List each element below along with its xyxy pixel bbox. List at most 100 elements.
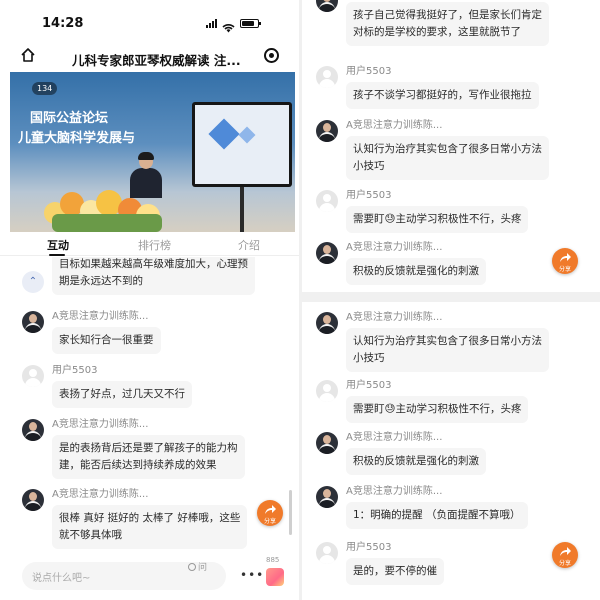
message-bubble: 认知行为治疗其实包含了很多日常小方法 小技巧 <box>346 136 549 180</box>
flower-arrangement <box>40 184 170 232</box>
more-options-icon[interactable]: ••• <box>240 568 264 582</box>
tab-intro[interactable]: 介绍 <box>238 237 260 253</box>
sender-name: A竞思注意力训练陈... <box>346 432 443 443</box>
like-count: 885 <box>266 556 280 564</box>
chat-message: 用户5503 表扬了好点，过几天又不行 <box>22 365 192 408</box>
message-bubble: 1：明确的提醒 （负面提醒不算哦） <box>346 502 528 529</box>
sender-name: 用户5503 <box>346 380 392 391</box>
sender-name: A竞思注意力训练陈... <box>346 120 443 131</box>
like-button[interactable]: 885 <box>264 556 288 590</box>
chat-message: A竞思注意力训练陈... 积极的反馈就是强化的刺激 <box>316 432 486 475</box>
share-label: 分享 <box>558 560 571 567</box>
avatar <box>22 419 44 441</box>
sender-name: A竞思注意力训练陈... <box>52 489 149 500</box>
avatar <box>316 486 338 508</box>
message-bubble: 目标如果越来越高年级难度加大，心理预 期是永远达不到的 <box>52 257 255 295</box>
avatar <box>316 312 338 334</box>
presentation-screen <box>192 102 292 187</box>
message-bubble: 孩子不谈学习都挺好的，写作业很拖拉 <box>346 82 539 109</box>
comment-placeholder: 说点什么吧~ <box>32 573 91 584</box>
tab-ranking[interactable]: 排行榜 <box>138 237 171 253</box>
record-target-icon[interactable] <box>264 48 279 63</box>
sender-name: 用户5503 <box>346 542 392 553</box>
right-top-screenshot: 孩子自己觉得我挺好了，但是家长们肯定 对标的是学校的要求，这里就脱节了 用户55… <box>302 0 600 292</box>
message-bubble: 很棒 真好 挺好的 太棒了 好棒哦，这些 就不够具体哦 <box>52 505 248 549</box>
share-button[interactable]: 分享 <box>552 248 578 274</box>
share-label: 分享 <box>263 518 276 525</box>
chat-message: A竞思注意力训练陈... 很棒 真好 挺好的 太棒了 好棒哦，这些 就不够具体哦 <box>22 489 248 549</box>
message-bubble: 积极的反馈就是强化的刺激 <box>346 258 486 285</box>
status-icons <box>206 18 261 33</box>
ask-question-button[interactable]: 问 <box>188 560 207 573</box>
sender-name: 用户5503 <box>52 365 98 376</box>
sender-name: 用户5503 <box>346 190 392 201</box>
message-bubble: 孩子自己觉得我挺好了，但是家长们肯定 对标的是学校的要求，这里就脱节了 <box>346 2 549 46</box>
avatar <box>316 542 338 564</box>
avatar <box>22 311 44 333</box>
sender-name: A竞思注意力训练陈... <box>346 312 443 323</box>
chat-list[interactable]: 目标如果越来越高年级难度加大，心理预 期是永远达不到的 ⌃ A竞思注意力训练陈.… <box>0 257 299 549</box>
sender-name: A竞思注意力训练陈... <box>346 242 443 253</box>
avatar <box>316 432 338 454</box>
sender-name: A竞思注意力训练陈... <box>52 419 149 430</box>
status-time: 14:28 <box>42 16 84 31</box>
avatar <box>316 190 338 212</box>
message-bubble: 需要盯😓主动学习积极性不行，头疼 <box>346 396 529 423</box>
share-label: 分享 <box>558 266 571 273</box>
message-bubble: 是的表扬背后还是要了解孩子的能力构 建，能否后续达到持续养成的效果 <box>52 435 245 479</box>
avatar <box>316 242 338 264</box>
avatar <box>22 365 44 387</box>
message-bubble: 表扬了好点，过几天又不行 <box>52 381 192 408</box>
message-bubble: 需要盯😓主动学习积极性不行，头疼 <box>346 206 529 233</box>
chat-message: A竞思注意力训练陈... 认知行为治疗其实包含了很多日常小方法 小技巧 <box>316 120 549 180</box>
backdrop-title-line1: 国际公益论坛 <box>30 111 109 126</box>
page-title: 儿科专家郎亚琴权威解读 注... <box>72 53 241 68</box>
scroll-to-top-icon[interactable]: ⌃ <box>22 271 44 293</box>
message-bubble: 认知行为治疗其实包含了很多日常小方法 小技巧 <box>346 328 549 372</box>
live-video-player[interactable]: 134 国际公益论坛 儿童大脑科学发展与 <box>10 72 295 232</box>
sender-name: A竞思注意力训练陈... <box>346 486 443 497</box>
chat-message: A竞思注意力训练陈... 家长知行合一很重要 <box>22 311 161 354</box>
share-button[interactable]: 分享 <box>552 542 578 568</box>
avatar <box>316 66 338 88</box>
bottom-bar: 说点什么吧~ 问 ••• 885 <box>0 552 299 600</box>
tab-interact[interactable]: 互动 <box>47 237 69 253</box>
status-bar: 14:28 <box>0 0 299 36</box>
chat-message: 用户5503 需要盯😓主动学习积极性不行，头疼 <box>316 190 529 233</box>
chat-message: 用户5503 是的，要不停的催 <box>316 542 444 585</box>
chat-message: 孩子自己觉得我挺好了，但是家长们肯定 对标的是学校的要求，这里就脱节了 <box>316 0 549 46</box>
left-phone-screenshot: 14:28 儿科专家郎亚琴权威解读 注... 134 国际公益论坛 儿童大脑科学… <box>0 0 299 600</box>
chat-message: A竞思注意力训练陈... 1：明确的提醒 （负面提醒不算哦） <box>316 486 528 529</box>
signal-icon <box>206 18 217 28</box>
share-arrow-icon <box>560 253 571 262</box>
chat-message: 目标如果越来越高年级难度加大，心理预 期是永远达不到的 <box>22 257 255 295</box>
screen-stand <box>240 187 244 232</box>
viewer-count-badge: 134 <box>32 82 58 95</box>
message-bubble: 积极的反馈就是强化的刺激 <box>346 448 486 475</box>
avatar <box>316 380 338 402</box>
scrollbar[interactable] <box>289 490 292 535</box>
share-button[interactable]: 分享 <box>257 500 283 526</box>
avatar <box>316 120 338 142</box>
chat-message: 用户5503 孩子不谈学习都挺好的，写作业很拖拉 <box>316 66 539 109</box>
avatar <box>316 0 338 12</box>
share-arrow-icon <box>560 547 571 556</box>
question-icon <box>188 562 196 571</box>
chat-message: A竞思注意力训练陈... 是的表扬背后还是要了解孩子的能力构 建，能否后续达到持… <box>22 419 245 479</box>
thumbs-up-icon <box>266 568 284 586</box>
share-arrow-icon <box>265 505 276 514</box>
ask-label: 问 <box>198 563 208 573</box>
avatar <box>22 489 44 511</box>
message-bubble: 家长知行合一很重要 <box>52 327 161 354</box>
right-bottom-screenshot: A竞思注意力训练陈... 认知行为治疗其实包含了很多日常小方法 小技巧 用户55… <box>302 302 600 600</box>
tab-bar: 互动 排行榜 介绍 <box>0 232 299 256</box>
sender-name: 用户5503 <box>346 66 392 77</box>
active-tab-indicator <box>49 254 65 256</box>
title-bar: 儿科专家郎亚琴权威解读 注... <box>0 44 299 70</box>
home-icon[interactable] <box>20 47 36 63</box>
chat-message: A竞思注意力训练陈... 积极的反馈就是强化的刺激 <box>316 242 486 285</box>
chat-message: A竞思注意力训练陈... 认知行为治疗其实包含了很多日常小方法 小技巧 <box>316 312 549 372</box>
sender-name: A竞思注意力训练陈... <box>52 311 149 322</box>
message-bubble: 是的，要不停的催 <box>346 558 444 585</box>
wifi-icon <box>222 18 235 33</box>
